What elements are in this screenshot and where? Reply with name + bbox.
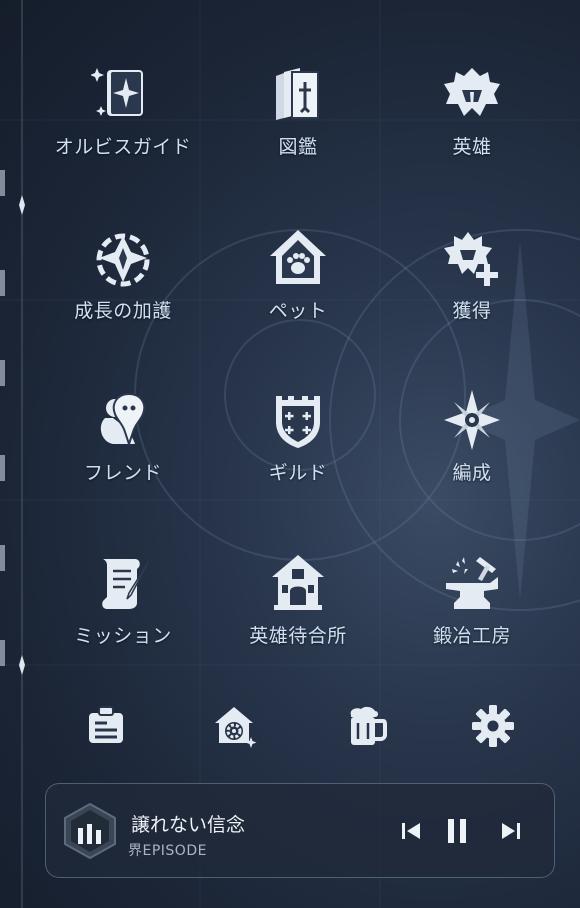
encyclopedia-icon bbox=[276, 68, 319, 120]
track-title: 譲れない信念 bbox=[131, 814, 246, 836]
tavern-button[interactable] bbox=[338, 698, 394, 754]
menu-label: 獲得 bbox=[452, 300, 492, 322]
settings-button[interactable] bbox=[465, 698, 521, 754]
notice-button[interactable] bbox=[78, 698, 134, 754]
menu-mission[interactable]: ミッション bbox=[38, 551, 208, 671]
menu-label: 編成 bbox=[452, 462, 492, 484]
pause-button[interactable] bbox=[440, 814, 474, 848]
growth-blessing-icon bbox=[96, 233, 150, 287]
menu-label: オルビスガイド bbox=[54, 136, 192, 158]
hero-lodge-icon bbox=[272, 555, 324, 610]
previous-track-button[interactable] bbox=[394, 814, 428, 848]
menu-guild[interactable]: ギルド bbox=[213, 388, 383, 508]
beer-mug-icon bbox=[350, 706, 387, 745]
menu-hero-lodge[interactable]: 英雄待合所 bbox=[213, 551, 383, 671]
skip-previous-icon bbox=[402, 823, 420, 839]
music-player: 譲れない信念 界EPISODE bbox=[45, 783, 555, 878]
anvil-icon bbox=[446, 557, 498, 609]
menu-encyclopedia[interactable]: 図鑑 bbox=[213, 62, 383, 182]
guide-book-icon bbox=[91, 68, 143, 116]
menu-label: 鍛冶工房 bbox=[432, 625, 511, 647]
skip-next-icon bbox=[502, 823, 520, 839]
menu-pet[interactable]: ペット bbox=[213, 226, 383, 346]
menu-label: 英雄待合所 bbox=[249, 625, 347, 647]
track-subtitle: 界EPISODE bbox=[128, 843, 207, 859]
menu-label: ギルド bbox=[268, 462, 328, 484]
pause-icon bbox=[448, 819, 466, 843]
menu-label: 図鑑 bbox=[278, 136, 318, 158]
hero-helmet-icon bbox=[444, 68, 500, 116]
menu-blacksmith[interactable]: 鍛冶工房 bbox=[387, 551, 557, 671]
menu-hero[interactable]: 英雄 bbox=[387, 62, 557, 182]
menu-acquire[interactable]: 獲得 bbox=[387, 226, 557, 346]
notice-board-icon bbox=[89, 706, 123, 743]
menu-formation[interactable]: 編成 bbox=[387, 388, 557, 508]
menu-friend[interactable]: フレンド bbox=[38, 388, 208, 508]
house-gear-icon bbox=[215, 707, 257, 748]
menu-guide[interactable]: オルビスガイド bbox=[38, 62, 208, 182]
menu-growth-blessing[interactable]: 成長の加護 bbox=[38, 226, 208, 346]
guild-shield-icon bbox=[276, 396, 320, 448]
menu-label: フレンド bbox=[83, 462, 162, 484]
friends-icon bbox=[100, 392, 146, 448]
album-art[interactable] bbox=[61, 802, 119, 860]
gear-icon bbox=[472, 705, 514, 747]
menu-label: 英雄 bbox=[452, 136, 492, 158]
acquire-icon bbox=[444, 232, 498, 286]
pet-house-icon bbox=[270, 230, 326, 284]
mission-scroll-icon bbox=[102, 559, 150, 609]
formation-compass-icon bbox=[444, 390, 500, 450]
housing-settings-button[interactable] bbox=[206, 698, 262, 754]
menu-label: ペット bbox=[268, 300, 328, 322]
next-track-button[interactable] bbox=[494, 814, 528, 848]
menu-label: 成長の加護 bbox=[74, 300, 172, 322]
left-rail-decoration bbox=[0, 0, 25, 908]
menu-label: ミッション bbox=[74, 625, 172, 647]
